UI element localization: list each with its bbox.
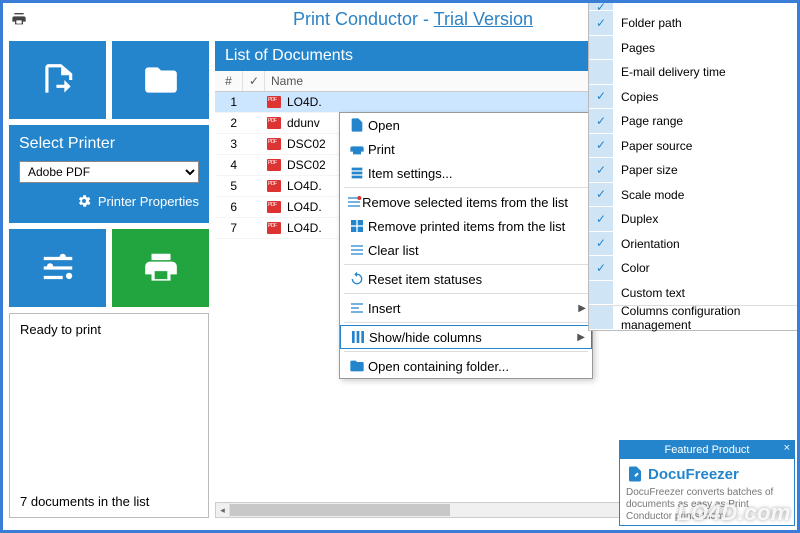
close-icon[interactable]: ×: [784, 442, 790, 454]
ctx-reset-status[interactable]: Reset item statuses: [340, 267, 592, 291]
add-files-tile[interactable]: [9, 41, 106, 119]
featured-description: DocuFreezer converts batches of document…: [626, 487, 788, 523]
column-toggle[interactable]: ✓Folder path: [589, 11, 797, 36]
check-icon: ✓: [589, 256, 613, 281]
pdf-icon: [265, 159, 283, 171]
row-number: 3: [215, 137, 243, 151]
row-number: 1: [215, 95, 243, 109]
printer-select[interactable]: Adobe PDF: [19, 161, 199, 183]
column-toggle[interactable]: ✓Scale mode: [589, 183, 797, 208]
column-toggle[interactable]: ✓E-mail delivery time: [589, 60, 797, 85]
column-toggle[interactable]: ✓Pages: [589, 36, 797, 61]
select-printer-heading: Select Printer: [19, 135, 199, 153]
pdf-icon: [265, 138, 283, 150]
row-number: 5: [215, 179, 243, 193]
ctx-open[interactable]: Open: [340, 113, 592, 137]
ctx-open-folder[interactable]: Open containing folder...: [340, 354, 592, 378]
check-icon: ✓: [589, 60, 613, 85]
sidebar: Select Printer Adobe PDF Printer Propert…: [9, 41, 209, 518]
column-toggle[interactable]: ✓Duplex: [589, 207, 797, 232]
check-icon: ✓: [589, 281, 613, 306]
print-icon[interactable]: [9, 9, 29, 29]
ctx-clear-list[interactable]: Clear list: [340, 238, 592, 262]
col-check[interactable]: ✓: [243, 71, 265, 91]
print-tile[interactable]: [112, 229, 209, 307]
featured-header: Featured Product ×: [620, 441, 794, 459]
ctx-show-hide-columns[interactable]: Show/hide columns▶: [340, 325, 592, 349]
status-box: Ready to print 7 documents in the list: [9, 313, 209, 518]
pdf-icon: [265, 117, 283, 129]
row-number: 4: [215, 158, 243, 172]
row-number: 6: [215, 200, 243, 214]
check-icon: ✓: [589, 11, 613, 36]
featured-product-panel: Featured Product × DocuFreezer DocuFreez…: [619, 440, 795, 526]
pdf-icon: [265, 201, 283, 213]
pdf-icon: [265, 180, 283, 192]
row-number: 2: [215, 116, 243, 130]
trial-link[interactable]: Trial Version: [434, 9, 533, 29]
column-toggle[interactable]: ✓Copies: [589, 85, 797, 110]
check-icon: ✓: [589, 232, 613, 257]
check-icon: ✓: [589, 158, 613, 183]
status-count: 7 documents in the list: [20, 494, 198, 509]
printer-properties-button[interactable]: Printer Properties: [19, 193, 199, 209]
add-folder-tile[interactable]: [112, 41, 209, 119]
column-toggle[interactable]: ✓Color: [589, 256, 797, 281]
col-number[interactable]: #: [215, 71, 243, 91]
ctx-remove-selected[interactable]: Remove selected items from the list: [340, 190, 592, 214]
row-number: 7: [215, 221, 243, 235]
ctx-insert[interactable]: Insert▶: [340, 296, 592, 320]
status-ready: Ready to print: [20, 322, 198, 337]
pdf-icon: [265, 96, 283, 108]
column-toggle[interactable]: ✓Page range: [589, 109, 797, 134]
check-icon: ✓: [589, 36, 613, 61]
ctx-print[interactable]: Print: [340, 137, 592, 161]
pdf-icon: [265, 222, 283, 234]
gear-icon: [76, 193, 92, 209]
column-toggle[interactable]: ✓Paper size: [589, 158, 797, 183]
columns-config[interactable]: Columns configuration management: [589, 305, 797, 330]
ctx-remove-printed[interactable]: Remove printed items from the list: [340, 214, 592, 238]
docufreezer-icon: [626, 465, 644, 483]
context-menu: Open Print Item settings... Remove selec…: [339, 112, 593, 379]
columns-submenu: ✓✓Folder path✓Pages✓E-mail delivery time…: [588, 3, 797, 331]
settings-tile[interactable]: [9, 229, 106, 307]
ctx-item-settings[interactable]: Item settings...: [340, 161, 592, 185]
check-icon: ✓: [589, 207, 613, 232]
check-icon: ✓: [589, 183, 613, 208]
printer-panel: Select Printer Adobe PDF Printer Propert…: [9, 125, 209, 223]
featured-brand[interactable]: DocuFreezer: [626, 465, 788, 483]
column-toggle[interactable]: ✓Orientation: [589, 232, 797, 257]
column-toggle[interactable]: ✓Custom text: [589, 281, 797, 306]
column-toggle[interactable]: ✓Paper source: [589, 134, 797, 159]
check-icon: ✓: [589, 134, 613, 159]
check-icon: ✓: [589, 109, 613, 134]
check-icon: ✓: [589, 85, 613, 110]
